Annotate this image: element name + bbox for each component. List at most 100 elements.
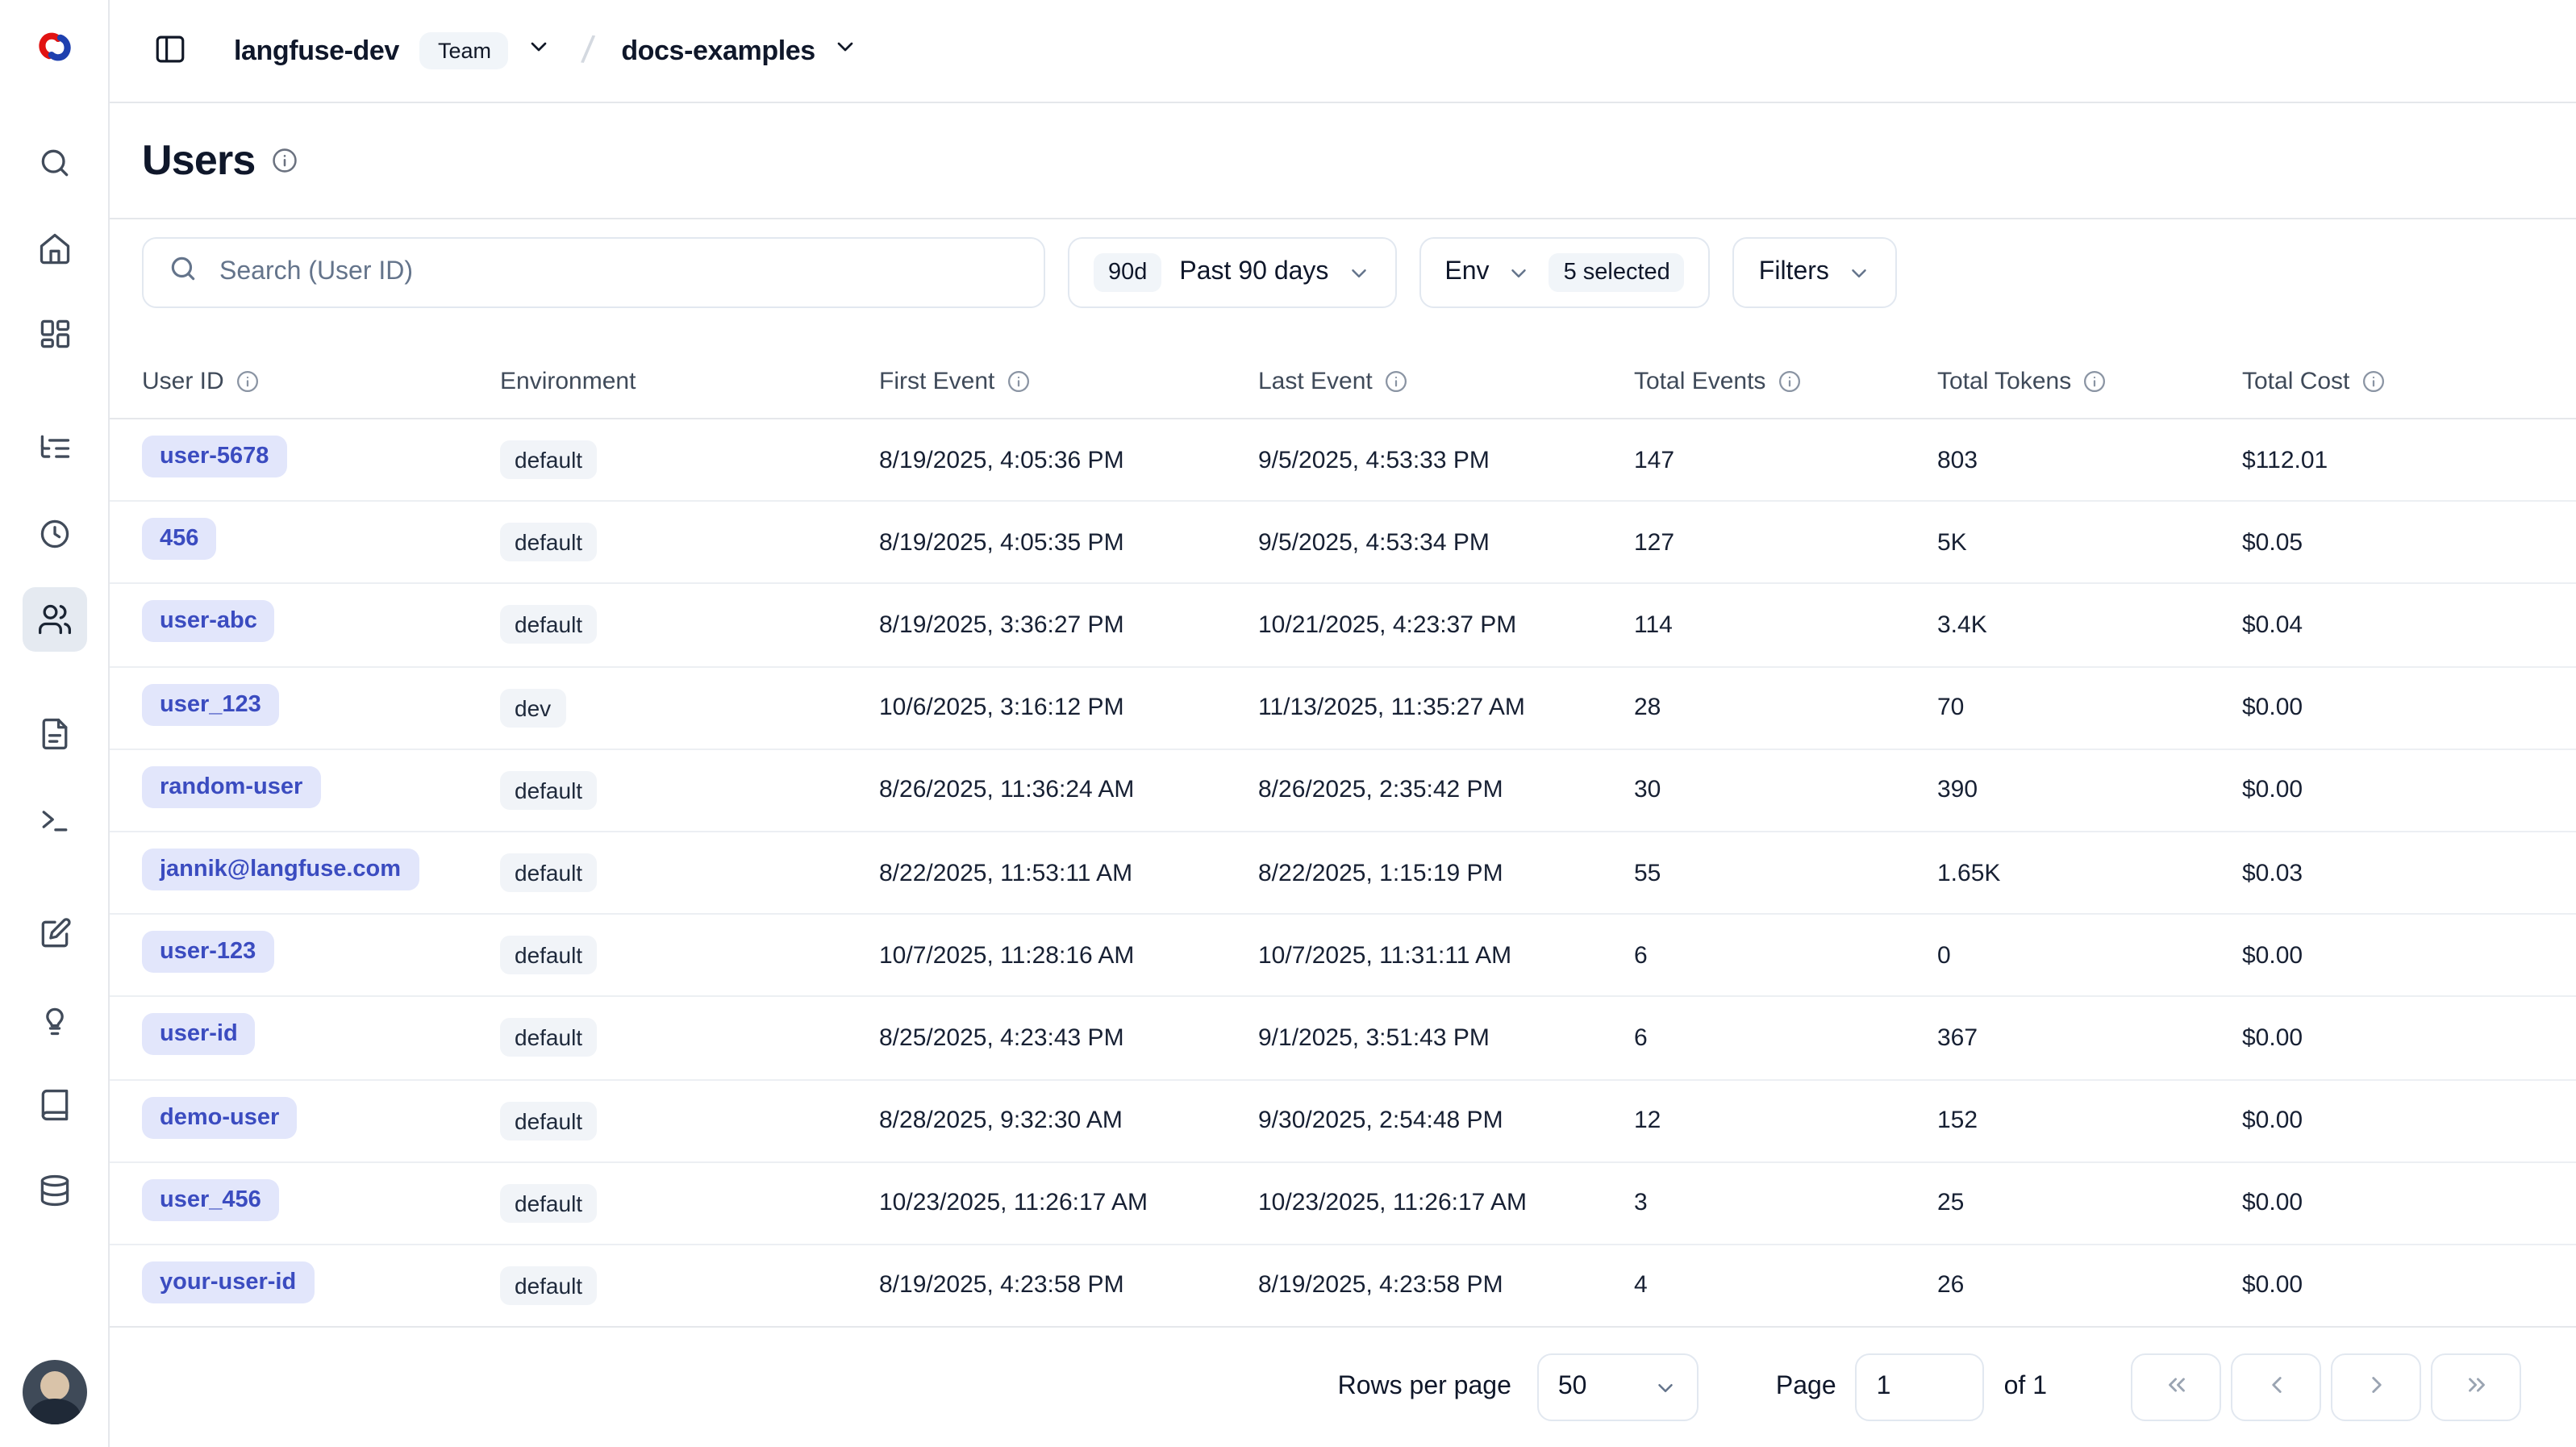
environment-badge: default [500,440,597,479]
time-range-badge: 90d [1094,253,1161,292]
user-id-badge[interactable]: user-id [142,1014,256,1056]
table-row[interactable]: random-userdefault8/26/2025, 11:36:24 AM… [110,750,2576,832]
playground-icon [36,802,72,837]
table-row[interactable]: user-123default10/7/2025, 11:28:16 AM10/… [110,915,2576,997]
rows-per-page-select[interactable]: 50 [1537,1353,1699,1421]
total-tokens-cell: 26 [1937,1272,2242,1299]
sidebar-item-home[interactable] [22,216,86,281]
project-name[interactable]: docs-examples [621,35,815,67]
datasets-icon [36,1173,72,1208]
column-info-icon[interactable] [2361,369,2385,393]
sidebar-item-evaluations[interactable] [22,902,86,966]
time-range-select[interactable]: 90d Past 90 days [1068,237,1396,308]
chevron-down-icon [527,34,552,68]
chevron-down-icon [1507,261,1532,285]
sidebar-toggle-button[interactable] [142,23,197,78]
page-info-icon[interactable] [272,147,299,174]
table-row[interactable]: user-abcdefault8/19/2025, 3:36:27 PM10/2… [110,585,2576,667]
total-tokens-cell: 803 [1937,446,2242,473]
total-cost-cell: $0.00 [2242,941,2544,969]
column-header-total-events[interactable]: Total Events [1634,367,1937,394]
first-event-cell: 8/25/2025, 4:23:43 PM [879,1024,1258,1052]
project-switcher-chevron[interactable] [830,31,862,71]
first-page-button[interactable] [2131,1353,2221,1421]
user-id-badge[interactable]: user-123 [142,931,273,973]
table-row[interactable]: user-5678default8/19/2025, 4:05:36 PM9/5… [110,419,2576,502]
content-area: 90d Past 90 days Env 5 selected [110,219,2576,1326]
environment-badge: default [500,1184,597,1223]
user-id-badge[interactable]: user_123 [142,683,279,725]
annotation-icon [36,1087,72,1123]
table-row[interactable]: demo-userdefault8/28/2025, 9:32:30 AM9/3… [110,1080,2576,1162]
last-event-cell: 8/22/2025, 1:15:19 PM [1258,859,1634,886]
user-id-badge[interactable]: jannik@langfuse.com [142,849,419,890]
column-info-icon[interactable] [2082,369,2107,393]
sidebar-item-tracing[interactable] [22,416,86,481]
sidebar-item-prompts[interactable] [22,702,86,766]
table-row[interactable]: jannik@langfuse.comdefault8/22/2025, 11:… [110,832,2576,915]
table-row[interactable]: user_123dev10/6/2025, 3:16:12 PM11/13/20… [110,667,2576,749]
column-info-icon[interactable] [1777,369,1801,393]
first-event-cell: 8/22/2025, 11:53:11 AM [879,859,1258,886]
total-events-cell: 30 [1634,777,1937,804]
sidebar-item-llm-as-a-judge[interactable] [22,987,86,1052]
user-id-badge[interactable]: demo-user [142,1096,297,1138]
total-cost-cell: $0.03 [2242,859,2544,886]
sidebar-item-playground[interactable] [22,787,86,852]
column-header-user-id[interactable]: User ID [142,367,500,394]
last-event-cell: 9/5/2025, 4:53:34 PM [1258,529,1634,557]
column-header-total-cost[interactable]: Total Cost [2242,367,2544,394]
user-id-badge[interactable]: user-abc [142,601,275,643]
user-id-badge[interactable]: 456 [142,519,216,561]
table-row[interactable]: user-iddefault8/25/2025, 4:23:43 PM9/1/2… [110,998,2576,1080]
sessions-icon [36,516,72,552]
first-event-cell: 8/28/2025, 9:32:30 AM [879,1107,1258,1134]
rows-per-page-label: Rows per page [1338,1373,1511,1402]
user-id-badge[interactable]: your-user-id [142,1261,314,1303]
org-switcher-chevron[interactable] [523,31,556,71]
sidebar-item-annotation-queues[interactable] [22,1073,86,1137]
total-cost-cell: $0.04 [2242,611,2544,639]
sidebar-item-sessions[interactable] [22,502,86,566]
table-row[interactable]: your-user-iddefault8/19/2025, 4:23:58 PM… [110,1245,2576,1326]
user-id-badge[interactable]: user-5678 [142,436,286,477]
last-event-cell: 9/30/2025, 2:54:48 PM [1258,1107,1634,1134]
column-header-total-tokens[interactable]: Total Tokens [1937,367,2242,394]
column-info-icon[interactable] [236,369,260,393]
rows-per-page-value: 50 [1558,1373,1587,1402]
page-number-input[interactable] [1856,1353,1985,1421]
sidebar-item-datasets[interactable] [22,1158,86,1223]
total-tokens-cell: 1.65K [1937,859,2242,886]
org-name[interactable]: langfuse-dev [234,35,399,67]
filters-button[interactable]: Filters [1733,237,1897,308]
sidebar-item-users[interactable] [22,587,86,652]
last-page-button[interactable] [2431,1353,2521,1421]
environment-filter[interactable]: Env 5 selected [1419,237,1710,308]
column-info-icon[interactable] [1384,369,1408,393]
main-panel: langfuse-dev Team / docs-examples Users [110,0,2576,1447]
user-id-badge[interactable]: user_456 [142,1179,279,1221]
sidebar-item-dashboards[interactable] [22,302,86,366]
total-events-cell: 55 [1634,859,1937,886]
environment-badge: dev [500,688,565,727]
next-page-button[interactable] [2331,1353,2421,1421]
table-row[interactable]: 456default8/19/2025, 4:05:35 PM9/5/2025,… [110,502,2576,584]
search-icon [168,253,198,292]
first-event-cell: 8/19/2025, 4:05:36 PM [879,446,1258,473]
env-selected-badge: 5 selected [1549,253,1685,292]
previous-page-button[interactable] [2231,1353,2321,1421]
user-avatar[interactable] [22,1360,86,1424]
column-header-last-event[interactable]: Last Event [1258,367,1634,394]
langfuse-logo[interactable] [31,0,77,102]
column-header-first-event[interactable]: First Event [879,367,1258,394]
total-cost-cell: $0.00 [2242,694,2544,721]
sidebar-item-search[interactable] [22,131,86,195]
environment-badge: default [500,523,597,562]
column-header-environment[interactable]: Environment [500,367,879,394]
last-event-cell: 10/7/2025, 11:31:11 AM [1258,941,1634,969]
table-row[interactable]: user_456default10/23/2025, 11:26:17 AM10… [110,1162,2576,1245]
search-input[interactable] [216,256,1019,289]
column-info-icon[interactable] [1006,369,1030,393]
user-id-badge[interactable]: random-user [142,766,320,808]
first-event-cell: 10/6/2025, 3:16:12 PM [879,694,1258,721]
